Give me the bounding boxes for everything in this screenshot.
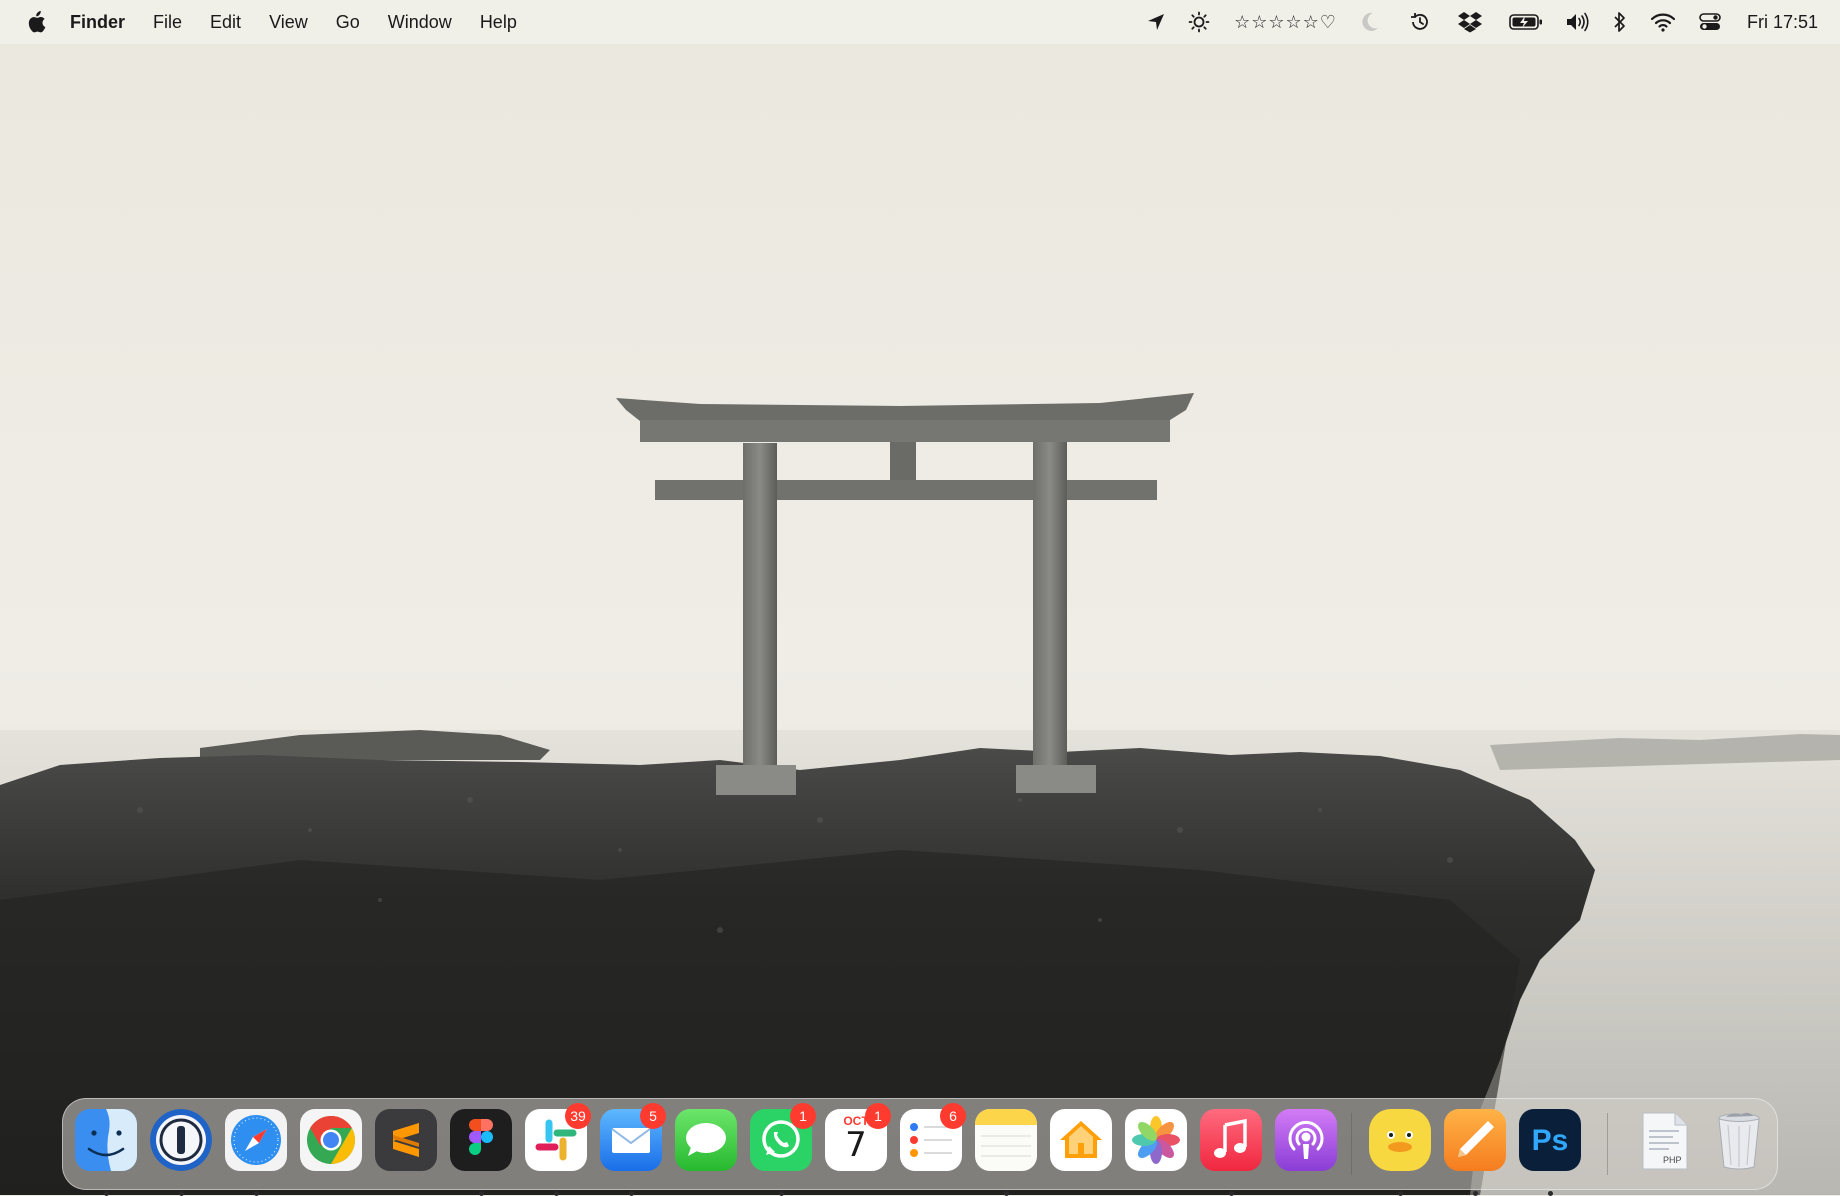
- menu-help[interactable]: Help: [480, 12, 517, 33]
- podcasts-icon: [1275, 1109, 1337, 1171]
- menu-window[interactable]: Window: [388, 12, 452, 33]
- notification-badge: 5: [640, 1103, 666, 1129]
- notification-badge: 39: [565, 1103, 591, 1129]
- dock-podcasts[interactable]: [1275, 1109, 1337, 1171]
- apple-logo-icon[interactable]: [26, 11, 46, 33]
- running-indicator: [1473, 1191, 1478, 1196]
- volume-icon[interactable]: [1565, 0, 1591, 44]
- desktop-wallpaper: [0, 0, 1840, 1195]
- trash-icon: [1708, 1109, 1770, 1171]
- battery-charging-icon[interactable]: [1509, 0, 1543, 44]
- time-machine-icon[interactable]: [1409, 0, 1431, 44]
- running-indicator: [779, 1191, 784, 1196]
- dock-reminders[interactable]: 6: [900, 1103, 966, 1171]
- photos-icon: [1125, 1109, 1187, 1171]
- rating-stars[interactable]: ☆☆☆☆☆♡: [1234, 12, 1337, 33]
- control-center-icon[interactable]: [1699, 0, 1721, 44]
- dock-photos[interactable]: [1125, 1109, 1187, 1171]
- running-indicator: [254, 1191, 259, 1196]
- home-icon: [1050, 1109, 1112, 1171]
- menu-view[interactable]: View: [269, 12, 308, 33]
- dock-chrome[interactable]: [300, 1109, 362, 1171]
- running-indicator: [629, 1191, 634, 1196]
- dock-php-document[interactable]: PHP: [1633, 1109, 1695, 1171]
- calendar-day: 7: [845, 1125, 867, 1165]
- dock-finder[interactable]: [75, 1109, 137, 1196]
- photoshop-label: Ps: [1531, 1124, 1569, 1157]
- running-indicator: [554, 1191, 559, 1196]
- pencil-app-icon: [1444, 1109, 1506, 1171]
- php-label: PHP: [1663, 1155, 1682, 1165]
- finder-icon: [75, 1109, 137, 1171]
- wifi-icon[interactable]: [1650, 0, 1675, 44]
- running-indicator: [1004, 1191, 1009, 1196]
- dock-figma[interactable]: [450, 1109, 512, 1196]
- notification-badge: 1: [790, 1103, 816, 1129]
- running-indicator: [179, 1191, 184, 1196]
- safari-icon: [225, 1109, 287, 1171]
- dock-calendar[interactable]: OCT 7 1: [825, 1103, 891, 1171]
- dock-separator: [1607, 1113, 1608, 1175]
- dock-pages[interactable]: [1444, 1109, 1506, 1196]
- dock-notes[interactable]: [975, 1109, 1037, 1196]
- 1password-icon: [150, 1109, 212, 1171]
- running-indicator: [104, 1191, 109, 1196]
- dock-sublime-text[interactable]: [375, 1109, 437, 1171]
- notification-badge: 6: [940, 1103, 966, 1129]
- dock-home[interactable]: [1050, 1109, 1112, 1171]
- dock-music[interactable]: [1200, 1109, 1262, 1196]
- cyberduck-icon: [1369, 1109, 1431, 1171]
- dropbox-icon[interactable]: [1457, 0, 1483, 44]
- menu-edit[interactable]: Edit: [210, 12, 241, 33]
- running-indicator: [1548, 1191, 1553, 1196]
- dock-messages[interactable]: [675, 1109, 737, 1171]
- running-indicator: [1398, 1191, 1403, 1196]
- menu-go[interactable]: Go: [336, 12, 360, 33]
- photoshop-icon: Ps: [1519, 1109, 1581, 1171]
- notification-badge: 1: [865, 1103, 891, 1129]
- dock-safari[interactable]: [225, 1109, 287, 1196]
- menu-bar: Finder File Edit View Go Window Help ☆☆☆…: [0, 0, 1840, 44]
- php-document-icon: PHP: [1633, 1109, 1695, 1171]
- dock-whatsapp[interactable]: 1: [750, 1103, 816, 1196]
- dock-mail[interactable]: 5: [600, 1103, 666, 1196]
- music-icon: [1200, 1109, 1262, 1171]
- figma-icon: [450, 1109, 512, 1171]
- dock-1password[interactable]: [150, 1109, 212, 1196]
- dock-separator: [1351, 1113, 1352, 1175]
- dock-trash[interactable]: [1708, 1109, 1770, 1171]
- dock-slack[interactable]: 39: [525, 1103, 591, 1196]
- messages-icon: [675, 1109, 737, 1171]
- location-arrow-icon[interactable]: [1146, 0, 1166, 44]
- dock: 39 5 1 OCT 7 1 6 Ps PHP: [62, 1098, 1778, 1196]
- running-indicator: [479, 1191, 484, 1196]
- menu-file[interactable]: File: [153, 12, 182, 33]
- brightness-sun-icon[interactable]: [1188, 0, 1210, 44]
- night-moon-icon[interactable]: [1361, 0, 1379, 44]
- dock-photoshop[interactable]: Ps: [1519, 1109, 1581, 1196]
- menu-clock[interactable]: Fri 17:51: [1747, 12, 1818, 33]
- notes-icon: [975, 1109, 1037, 1171]
- running-indicator: [1229, 1191, 1234, 1196]
- app-name-menu[interactable]: Finder: [70, 12, 125, 33]
- dock-cyberduck[interactable]: [1369, 1109, 1431, 1196]
- sublime-text-icon: [375, 1109, 437, 1171]
- bluetooth-icon[interactable]: [1613, 0, 1627, 44]
- chrome-icon: [300, 1109, 362, 1171]
